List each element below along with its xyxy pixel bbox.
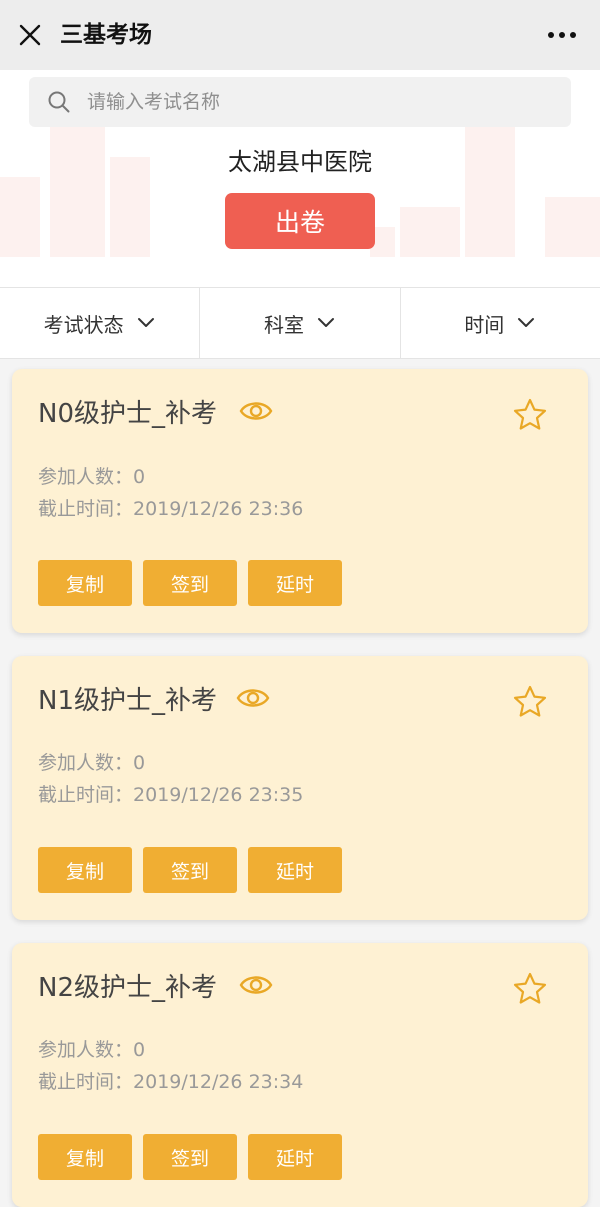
chevron-down-icon xyxy=(317,318,334,327)
nav-bar: 三基考场 xyxy=(0,0,600,70)
participants-label: 参加人数： xyxy=(38,1039,134,1061)
filter-bar: 考试状态 科室 时间 xyxy=(0,287,600,359)
eye-icon[interactable] xyxy=(239,398,273,424)
chevron-down-icon xyxy=(518,318,535,327)
exam-title: N0级护士_补考 xyxy=(38,399,217,429)
exam-title: N1级护士_补考 xyxy=(38,686,217,716)
participants-row: 参加人数：0 xyxy=(38,1035,145,1062)
deadline-row: 截止时间：2019/12/26 23:36 xyxy=(38,494,303,521)
deadline-row: 截止时间：2019/12/26 23:35 xyxy=(38,780,303,807)
search-input[interactable] xyxy=(85,77,545,127)
extend-button[interactable]: 延时 xyxy=(248,847,342,893)
close-icon[interactable] xyxy=(14,19,46,51)
search-box[interactable] xyxy=(29,77,571,127)
extend-button[interactable]: 延时 xyxy=(248,1134,342,1180)
deadline-label: 截止时间： xyxy=(38,1071,134,1093)
participants-row: 参加人数：0 xyxy=(38,748,145,775)
participants-row: 参加人数：0 xyxy=(38,462,145,489)
chevron-down-icon xyxy=(137,318,154,327)
copy-button[interactable]: 复制 xyxy=(38,1134,132,1180)
deadline-value: 2019/12/26 23:35 xyxy=(133,784,304,806)
filter-department[interactable]: 科室 xyxy=(200,288,401,358)
filter-label: 科室 xyxy=(263,312,304,337)
filter-exam-status[interactable]: 考试状态 xyxy=(0,288,201,358)
more-icon[interactable] xyxy=(546,19,578,51)
filter-label: 考试状态 xyxy=(43,312,124,337)
search-icon xyxy=(48,91,70,113)
filter-time[interactable]: 时间 xyxy=(401,288,600,358)
copy-button[interactable]: 复制 xyxy=(38,560,132,606)
exam-card[interactable]: N2级护士_补考 参加人数：0 截止时间：2019/12/26 23:34 复制… xyxy=(12,943,588,1207)
copy-button[interactable]: 复制 xyxy=(38,847,132,893)
participants-value: 0 xyxy=(133,752,146,774)
participants-value: 0 xyxy=(133,1039,146,1061)
star-icon[interactable] xyxy=(512,971,548,1007)
exam-card[interactable]: N1级护士_补考 参加人数：0 截止时间：2019/12/26 23:35 复制… xyxy=(12,656,588,920)
extend-button[interactable]: 延时 xyxy=(248,560,342,606)
deadline-label: 截止时间： xyxy=(38,784,134,806)
participants-value: 0 xyxy=(133,466,146,488)
star-icon[interactable] xyxy=(512,684,548,720)
exam-card[interactable]: N0级护士_补考 参加人数：0 截止时间：2019/12/26 23:36 复制… xyxy=(12,369,588,633)
participants-label: 参加人数： xyxy=(38,752,134,774)
deadline-row: 截止时间：2019/12/26 23:34 xyxy=(38,1067,303,1094)
participants-label: 参加人数： xyxy=(38,466,134,488)
sign-in-button[interactable]: 签到 xyxy=(143,560,237,606)
page-title: 三基考场 xyxy=(60,22,152,48)
deadline-value: 2019/12/26 23:34 xyxy=(133,1071,304,1093)
deadline-value: 2019/12/26 23:36 xyxy=(133,498,304,520)
star-icon[interactable] xyxy=(512,397,548,433)
deadline-label: 截止时间： xyxy=(38,498,134,520)
eye-icon[interactable] xyxy=(239,972,273,998)
header-area: 太湖县中医院 出卷 xyxy=(0,70,600,287)
hospital-name: 太湖县中医院 xyxy=(228,148,372,176)
filter-label: 时间 xyxy=(464,312,505,337)
sign-in-button[interactable]: 签到 xyxy=(143,1134,237,1180)
eye-icon[interactable] xyxy=(236,685,270,711)
sign-in-button[interactable]: 签到 xyxy=(143,847,237,893)
exam-title: N2级护士_补考 xyxy=(38,973,217,1003)
issue-paper-button[interactable]: 出卷 xyxy=(225,193,375,249)
